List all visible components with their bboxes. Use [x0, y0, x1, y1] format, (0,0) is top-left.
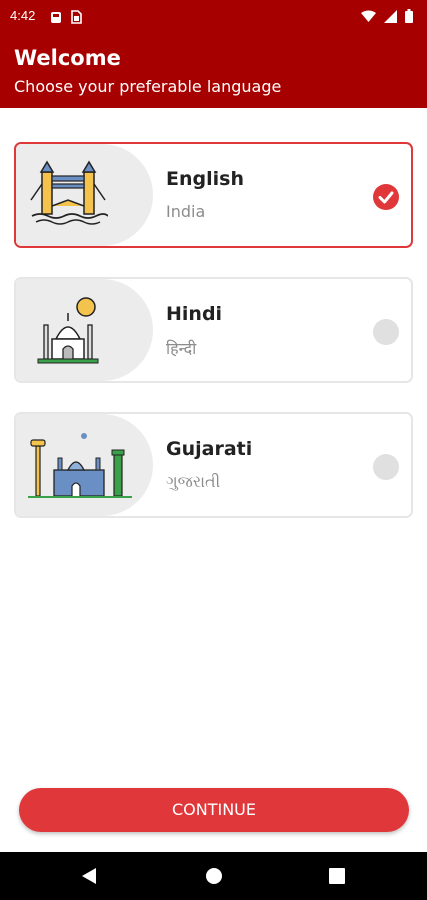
navigation-bar — [0, 852, 427, 900]
radio-button[interactable] — [373, 454, 399, 480]
tower-bridge-illustration — [16, 144, 153, 246]
taj-mahal-icon — [37, 297, 99, 364]
radio-button[interactable] — [373, 319, 399, 345]
status-bar: 4:42 — [0, 0, 427, 32]
taj-mahal-illustration — [16, 279, 153, 381]
selected-check-icon[interactable] — [373, 184, 399, 210]
gujarat-landmarks-illustration — [16, 414, 153, 516]
tower-bridge-icon — [30, 160, 108, 225]
wifi-icon — [361, 8, 376, 27]
home-icon[interactable] — [205, 867, 223, 889]
battery-icon — [405, 8, 413, 27]
language-name: Hindi — [166, 303, 223, 325]
signal-icon — [384, 8, 397, 27]
status-time: 4:42 — [10, 8, 36, 23]
language-card-hindi[interactable]: Hindi हिन्दी — [14, 277, 413, 383]
language-native-name: हिन्दी — [166, 339, 197, 358]
language-name: English — [166, 168, 244, 190]
language-name: Gujarati — [166, 438, 253, 460]
sim-icon — [70, 9, 82, 28]
page-title: Welcome — [14, 46, 121, 70]
language-native-name: India — [166, 202, 206, 221]
language-card-gujarati[interactable]: Gujarati ગુજરાતી — [14, 412, 413, 518]
gujarat-landmarks-icon — [28, 433, 132, 498]
notification-icon — [50, 9, 62, 28]
page-subtitle: Choose your preferable language — [14, 77, 282, 96]
continue-button[interactable]: CONTINUE — [19, 788, 409, 832]
language-card-english[interactable]: English India — [14, 142, 413, 248]
back-icon[interactable] — [80, 866, 98, 890]
recents-icon[interactable] — [329, 868, 345, 888]
language-native-name: ગુજરાતી — [166, 472, 221, 491]
header: Welcome Choose your preferable language — [0, 32, 427, 108]
